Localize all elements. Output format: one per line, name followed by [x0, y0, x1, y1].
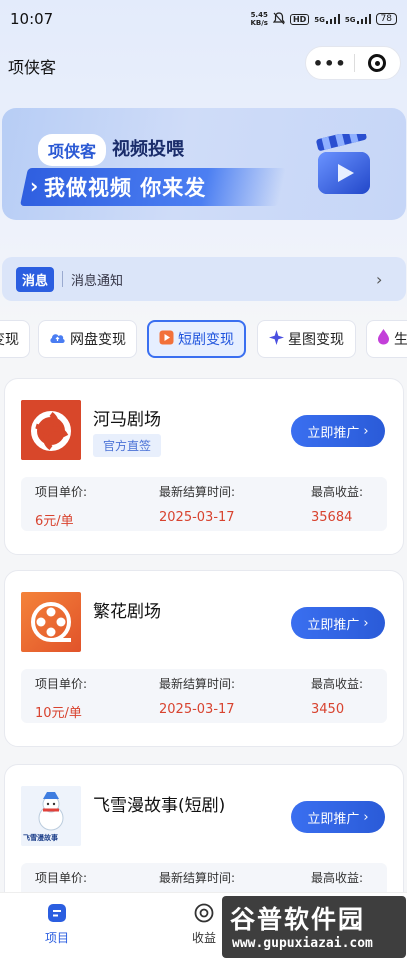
tab-label: 短剧变现	[178, 332, 234, 348]
project-stats: 项目单价: 10元/单 最新结算时间: 2025-03-17 最高收益: 345…	[21, 669, 387, 723]
settle-time: 最新结算时间: 2025-03-17	[159, 483, 235, 525]
signal-5g-icon: 5G	[314, 14, 340, 24]
settle-time-value: 2025-03-17	[159, 702, 235, 717]
page-title: 项侠客	[8, 58, 57, 77]
signal-5g-label-2: 5G	[344, 16, 356, 24]
tab-label: 网盘变现	[70, 332, 126, 348]
watermark-text: 谷普软件园	[230, 905, 366, 934]
network-speed-value: 5.45	[250, 11, 268, 19]
tab-netdisk[interactable]: 网盘变现	[38, 320, 137, 358]
max-income: 最高收益: 35684	[311, 483, 363, 525]
mini-program-capsule: •••	[305, 46, 401, 80]
cloud-icon	[49, 331, 66, 348]
tabbar-label: 收益	[191, 931, 216, 945]
max-income-value: 35684	[311, 510, 353, 525]
play-icon	[159, 330, 174, 349]
max-income: 最高收益:	[311, 869, 363, 886]
clapperboard-icon	[316, 134, 370, 194]
promote-button[interactable]: 立即推广 ›	[291, 607, 385, 639]
unit-price: 项目单价: 6元/单	[35, 483, 87, 529]
hema-logo	[21, 400, 81, 460]
unit-price-label: 项目单价:	[35, 485, 88, 499]
settle-time-label: 最新结算时间:	[159, 677, 236, 691]
unit-price: 项目单价:	[35, 869, 87, 886]
status-time: 10:07	[10, 10, 54, 28]
settle-time-value: 2025-03-17	[159, 510, 235, 525]
settle-time-label: 最新结算时间:	[159, 485, 236, 499]
hd-icon: HD	[289, 13, 310, 25]
official-badge: 官方直签	[93, 434, 162, 457]
notice-bar[interactable]: 消息 消息通知 ›	[2, 257, 406, 301]
drop-icon	[377, 329, 390, 349]
watermark-url: www.gupuxiazai.com	[232, 936, 373, 951]
category-tabs: 变现 网盘变现 短剧变现 星图变现 生	[0, 320, 407, 360]
tab-partial[interactable]: 变现	[0, 320, 30, 358]
promote-label: 立即推广	[307, 425, 360, 441]
banner-subslogan: 我做视频 你来发	[44, 176, 207, 200]
promo-banner[interactable]: 项侠客 视频投喂 › 我做视频 你来发	[2, 108, 406, 220]
signal-5g-icon-2: 5G	[345, 14, 371, 24]
max-income: 最高收益: 3450	[311, 675, 363, 717]
max-income-label: 最高收益:	[311, 677, 364, 691]
project-name: 飞雪漫故事(短剧)	[93, 796, 226, 816]
status-bar: 10:07 5.45 KB/s HD 5G 5G 78	[0, 0, 407, 40]
site-watermark: 谷普软件园 www.gupuxiazai.com	[222, 896, 406, 958]
chevron-right-icon: ›	[30, 174, 39, 198]
promote-button[interactable]: 立即推广 ›	[291, 415, 385, 447]
target-icon	[368, 54, 387, 72]
chevron-right-icon: ›	[363, 809, 369, 825]
network-speed-unit: KB/s	[250, 19, 268, 27]
unit-price-value: 6元/单	[35, 514, 74, 529]
tabbar-label: 项目	[44, 931, 69, 945]
tabbar-item-projects[interactable]: 项目	[27, 903, 87, 946]
tab-label: 变现	[0, 332, 19, 348]
promote-label: 立即推广	[307, 811, 360, 827]
notice-divider	[62, 271, 64, 287]
max-income-value: 3450	[311, 702, 345, 717]
star-icon	[269, 329, 284, 349]
signal-5g-label: 5G	[314, 16, 325, 24]
tab-xingtu[interactable]: 星图变现	[257, 320, 356, 358]
tab-label: 生	[394, 332, 407, 348]
notice-text: 消息通知	[71, 273, 124, 289]
banner-brand: 项侠客	[38, 134, 107, 166]
status-icons: 5.45 KB/s HD 5G 5G 78	[250, 11, 397, 27]
mute-icon	[272, 11, 286, 27]
feixue-logo: 飞雪漫故事	[21, 786, 81, 846]
unit-price: 项目单价: 10元/单	[35, 675, 87, 721]
promote-label: 立即推广	[307, 617, 360, 633]
notice-tag: 消息	[16, 266, 55, 292]
battery-icon: 78	[375, 13, 397, 25]
project-name: 繁花剧场	[93, 602, 161, 622]
project-stats: 项目单价: 6元/单 最新结算时间: 2025-03-17 最高收益: 3568…	[21, 477, 387, 531]
project-card[interactable]: 繁花剧场 立即推广 › 项目单价: 10元/单 最新结算时间: 2025-03-…	[4, 570, 404, 747]
max-income-label: 最高收益:	[311, 871, 364, 885]
income-icon	[194, 903, 214, 923]
unit-price-label: 项目单价:	[35, 677, 88, 691]
nav-bar: 项侠客 •••	[0, 44, 407, 84]
close-button[interactable]	[354, 54, 400, 72]
chevron-right-icon: ›	[363, 423, 369, 439]
promote-button[interactable]: 立即推广 ›	[291, 801, 385, 833]
network-speed: 5.45 KB/s	[250, 11, 267, 27]
tab-partial-right[interactable]: 生	[366, 320, 407, 358]
tab-shortdrama[interactable]: 短剧变现	[147, 320, 246, 358]
max-income-label: 最高收益:	[311, 485, 364, 499]
fanhua-logo	[21, 592, 81, 652]
projects-icon	[47, 903, 67, 923]
project-name: 河马剧场	[93, 410, 161, 430]
unit-price-label: 项目单价:	[35, 871, 88, 885]
settle-time: 最新结算时间: 2025-03-17	[159, 675, 235, 717]
feixue-logo-text: 飞雪漫故事	[23, 834, 58, 842]
tab-label: 星图变现	[288, 332, 344, 348]
banner-slogan: 视频投喂	[112, 139, 184, 160]
project-card[interactable]: 河马剧场 官方直签 立即推广 › 项目单价: 6元/单 最新结算时间: 2025…	[4, 378, 404, 555]
chevron-right-icon: ›	[363, 615, 369, 631]
settle-time: 最新结算时间:	[159, 869, 235, 886]
chevron-right-icon: ›	[376, 269, 383, 289]
settle-time-label: 最新结算时间:	[159, 871, 236, 885]
unit-price-value: 10元/单	[35, 706, 82, 721]
more-button[interactable]: •••	[306, 54, 354, 73]
